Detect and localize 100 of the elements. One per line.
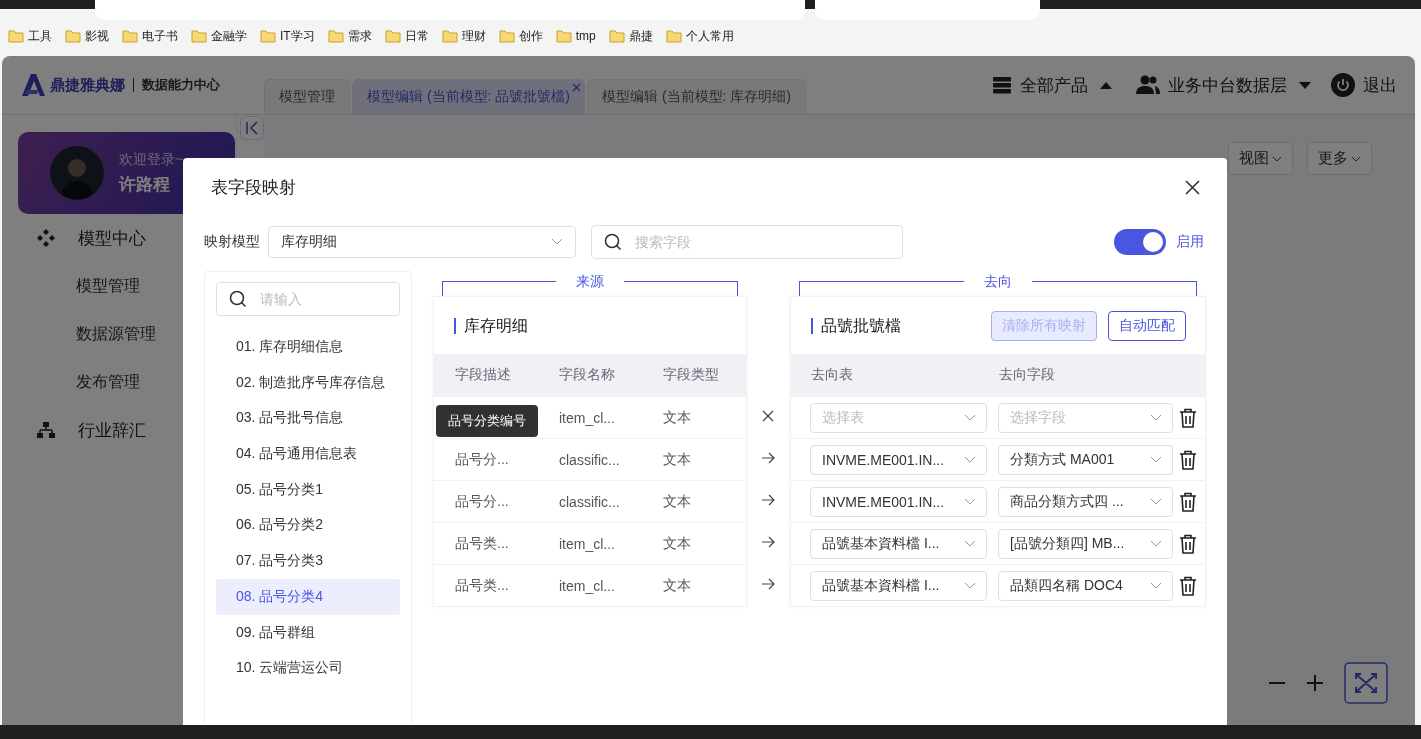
collapse-icon[interactable] [240, 116, 264, 140]
trash-icon[interactable] [1179, 491, 1197, 512]
table-cell: item_cl... [559, 577, 615, 594]
chevron-down-icon [1150, 498, 1162, 505]
column-header: 字段描述 [454, 366, 512, 384]
bookmark[interactable]: 影视 [65, 27, 109, 45]
table-list-item[interactable]: 01. 库存明细信息 [216, 329, 400, 365]
search-field[interactable]: 搜索字段 [591, 224, 903, 259]
user-name: 许路程 [119, 173, 171, 196]
folder-icon [384, 29, 401, 43]
table-cell: 文本 [663, 534, 691, 551]
table-select[interactable]: 品號基本資料檔 I... [810, 570, 987, 601]
bookmark[interactable]: 需求 [327, 27, 372, 45]
chevron-down-icon [964, 456, 976, 463]
bookmark[interactable]: 工具 [8, 27, 52, 45]
bookmark[interactable]: IT学习 [260, 27, 315, 45]
toolbar-button[interactable]: 更多 [1307, 142, 1372, 175]
folder-icon [665, 29, 682, 43]
search-field[interactable]: 请输入 [216, 282, 400, 316]
chevron-down-icon [964, 498, 976, 505]
table-select[interactable]: INVME.ME001.IN... [810, 486, 987, 517]
table-list-item[interactable]: 06. 品号分类2 [216, 507, 400, 544]
folder-icon [65, 29, 81, 43]
table-list-item[interactable]: 07. 品号分类3 [216, 543, 400, 579]
table-cell: classific... [559, 451, 620, 468]
dialog-title: 表字段映射 [211, 176, 296, 199]
toolbar-button[interactable]: 视图 [1228, 142, 1293, 175]
legend-label: 去向 [964, 273, 1032, 289]
folder-icon [441, 29, 458, 43]
welcome-text: 欢迎登录~ [119, 150, 184, 169]
table-list-item[interactable]: 09. 品号群组 [216, 614, 400, 651]
chevron-down-icon [964, 414, 976, 421]
folder-icon [191, 29, 207, 43]
bookmark[interactable]: 理财 [441, 27, 486, 45]
bookmark[interactable]: 电子书 [122, 27, 178, 45]
chevron-down-icon [1150, 540, 1162, 547]
fit-screen-icon[interactable] [1344, 662, 1388, 704]
table-cell: 文本 [663, 408, 691, 425]
caret-up-icon[interactable] [1100, 81, 1112, 89]
zoom-in-icon[interactable] [1306, 674, 1324, 692]
workspace-menu[interactable]: 业务中台数据层 [1168, 73, 1287, 97]
trash-icon[interactable] [1179, 407, 1197, 428]
avatar [50, 146, 104, 200]
folder-icon [327, 29, 344, 43]
table-list-item[interactable]: 02. 制造批序号库存信息 [216, 364, 400, 401]
toggle-label: 启用 [1176, 232, 1204, 251]
table-cell: 品号类... [455, 576, 509, 593]
caret-down-icon[interactable] [1299, 81, 1311, 89]
folder-icon [122, 29, 138, 43]
field-select[interactable]: [品號分類四] MB... [998, 528, 1173, 559]
column-header: 去向表 [810, 366, 854, 384]
bookmark[interactable]: 创作 [498, 27, 543, 45]
bookmark[interactable]: 日常 [384, 27, 429, 45]
trash-icon[interactable] [1179, 449, 1197, 470]
column-header: 去向字段 [999, 366, 1055, 384]
chevron-down-icon [1150, 456, 1162, 463]
table-cell: item_cl... [559, 535, 615, 552]
logo-icon [20, 73, 46, 97]
table-select[interactable]: 品號基本資料檔 I... [810, 528, 987, 559]
legend-label: 来源 [556, 273, 624, 289]
bookmark[interactable]: 个人常用 [665, 27, 734, 45]
action-button[interactable]: 自动匹配 [1108, 310, 1186, 341]
users-icon [1136, 75, 1160, 95]
trash-icon[interactable] [1179, 575, 1197, 596]
table-cell: 文本 [663, 450, 691, 467]
bookmark[interactable]: 鼎捷 [608, 27, 653, 45]
folder-icon [555, 29, 572, 43]
card-title: 库存明细 [454, 317, 528, 334]
table-cell: 文本 [663, 492, 691, 509]
bookmark[interactable]: tmp [555, 29, 596, 43]
close-icon[interactable] [1185, 179, 1200, 195]
folder-icon [8, 29, 24, 43]
brand-name: 鼎捷雅典娜 [50, 75, 125, 95]
model-select[interactable]: 库存明细 [268, 225, 576, 258]
folder-icon [608, 29, 625, 43]
table-list-item[interactable]: 08. 品号分类4 [216, 578, 400, 615]
field-select[interactable]: 品類四名稱 DOC4 [998, 570, 1173, 601]
folder-icon [498, 29, 515, 43]
table-cell: 文本 [663, 576, 691, 593]
products-menu[interactable]: 全部产品 [1020, 73, 1088, 97]
field-select[interactable]: 商品分類方式四 ... [998, 486, 1173, 517]
field-label: 映射模型 [204, 232, 260, 251]
power-icon[interactable] [1331, 73, 1355, 97]
chevron-down-icon [551, 238, 563, 245]
column-header: 字段名称 [559, 366, 616, 384]
toggle-switch[interactable] [1114, 228, 1166, 255]
trash-icon[interactable] [1179, 533, 1197, 554]
bookmark[interactable]: 金融学 [191, 27, 247, 45]
field-select[interactable]: 分類方式 MA001 [998, 444, 1173, 475]
table-list-item[interactable]: 10. 云端营运公司 [216, 650, 400, 686]
chevron-down-icon [1272, 155, 1282, 162]
table-cell: item_cl... [559, 409, 615, 426]
chevron-down-icon [964, 582, 976, 589]
table-select[interactable]: INVME.ME001.IN... [810, 444, 987, 475]
logout-link[interactable]: 退出 [1363, 73, 1397, 97]
table-list-item[interactable]: 05. 品号分类1 [216, 471, 400, 508]
hierarchy-icon [36, 420, 56, 440]
close-icon[interactable] [762, 410, 774, 422]
chevron-down-icon [1150, 582, 1162, 589]
tooltip: 品号分类编号 [436, 405, 538, 437]
